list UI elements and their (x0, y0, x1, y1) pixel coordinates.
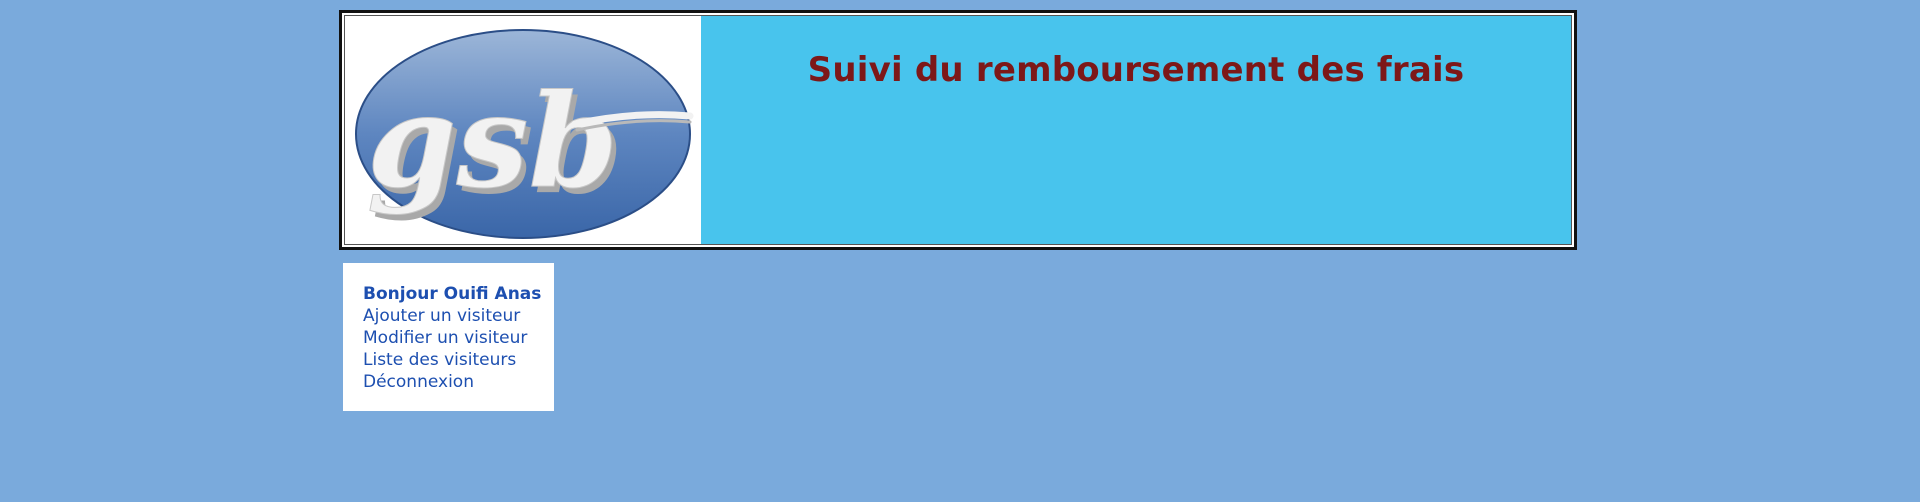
logo-text: gsb (367, 67, 618, 217)
menu-item-edit-visitor[interactable]: Modifier un visiteur (363, 327, 554, 349)
user-greeting: Bonjour Ouifi Anas (363, 284, 542, 304)
menu-item-visitor-list[interactable]: Liste des visiteurs (363, 349, 554, 371)
gsb-logo-image: gsb gsb (355, 29, 694, 239)
header-banner: gsb gsb Suivi du remboursement des frais (344, 15, 1572, 245)
page-title: Suivi du remboursement des frais (807, 50, 1465, 90)
menu-item-add-visitor[interactable]: Ajouter un visiteur (363, 305, 554, 327)
menu-list: Bonjour Ouifi Anas Ajouter un visiteur M… (363, 283, 554, 393)
page-header: gsb gsb Suivi du remboursement des frais (339, 10, 1577, 250)
menu-item-logout[interactable]: Déconnexion (363, 371, 554, 393)
gsb-logo: gsb gsb (345, 16, 701, 244)
side-menu: Bonjour Ouifi Anas Ajouter un visiteur M… (343, 263, 554, 411)
